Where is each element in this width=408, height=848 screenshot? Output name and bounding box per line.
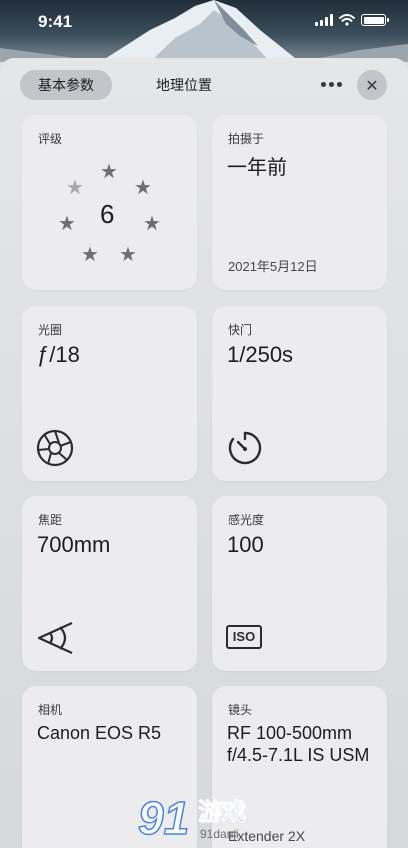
rating-stars: ★ ★ ★ ★ ★ ★ ★ 6 <box>22 115 197 290</box>
rating-value: 6 <box>100 199 115 229</box>
svg-text:游戏: 游戏 <box>198 798 246 826</box>
focal-value: 700mm <box>37 532 111 557</box>
cellular-signal-icon <box>315 14 333 26</box>
star-icon: ★ <box>134 175 152 199</box>
timer-icon <box>228 431 262 465</box>
star-icon: ★ <box>58 211 76 235</box>
field-of-view-icon <box>37 621 73 655</box>
iso-value: 100 <box>227 532 264 557</box>
shutter-label: 快门 <box>228 323 253 337</box>
iso-label: 感光度 <box>228 513 265 527</box>
status-time: 9:41 <box>38 12 73 31</box>
shutter-value: 1/250s <box>227 342 294 367</box>
taken-label: 拍摄于 <box>228 132 265 146</box>
site-watermark: 91 游戏 91danji <box>137 790 328 848</box>
star-icon: ★ <box>81 242 99 266</box>
focal-card[interactable]: 焦距 700mm <box>22 496 197 671</box>
tab-location[interactable]: 地理位置 <box>138 70 230 100</box>
camera-label: 相机 <box>38 703 63 717</box>
close-button[interactable]: ✕ <box>357 70 387 100</box>
taken-card[interactable]: 拍摄于 一年前 2021年5月12日 <box>212 115 387 290</box>
aperture-label: 光圈 <box>38 323 63 337</box>
svg-text:91danji: 91danji <box>200 827 239 841</box>
iso-icon-text: ISO <box>232 629 256 644</box>
watermark-logo: 91 游戏 91danji <box>137 791 246 845</box>
star-icon: ★ <box>143 211 161 235</box>
aperture-icon <box>36 429 74 467</box>
aperture-card[interactable]: 光圈 ƒ/18 <box>22 306 197 481</box>
shutter-card[interactable]: 快门 1/250s <box>212 306 387 481</box>
focal-label: 焦距 <box>38 513 63 527</box>
battery-icon <box>361 14 389 26</box>
lens-label: 镜头 <box>228 703 253 717</box>
tab-basic-params[interactable]: 基本参数 <box>20 70 112 100</box>
status-bar: 9:41 <box>0 0 408 44</box>
aperture-value: ƒ/18 <box>37 342 80 367</box>
star-icon: ★ <box>100 159 118 183</box>
taken-relative: 一年前 <box>227 157 287 179</box>
close-icon: ✕ <box>365 75 379 95</box>
svg-text:91: 91 <box>138 792 189 844</box>
lens-value: RF 100-500mm f/4.5-7.1L IS USM <box>227 723 370 765</box>
rating-card[interactable]: 评级 ★ ★ ★ ★ ★ ★ ★ 6 <box>22 115 197 290</box>
ellipsis-icon[interactable] <box>318 74 344 94</box>
camera-value: Canon EOS R5 <box>37 723 162 743</box>
taken-date: 2021年5月12日 <box>228 259 318 274</box>
star-icon: ★ <box>66 175 84 199</box>
star-icon: ★ <box>119 242 137 266</box>
status-icons <box>315 14 389 26</box>
iso-card[interactable]: 感光度 100 ISO <box>212 496 387 671</box>
wifi-icon <box>339 14 355 26</box>
iso-icon: ISO <box>226 625 262 649</box>
